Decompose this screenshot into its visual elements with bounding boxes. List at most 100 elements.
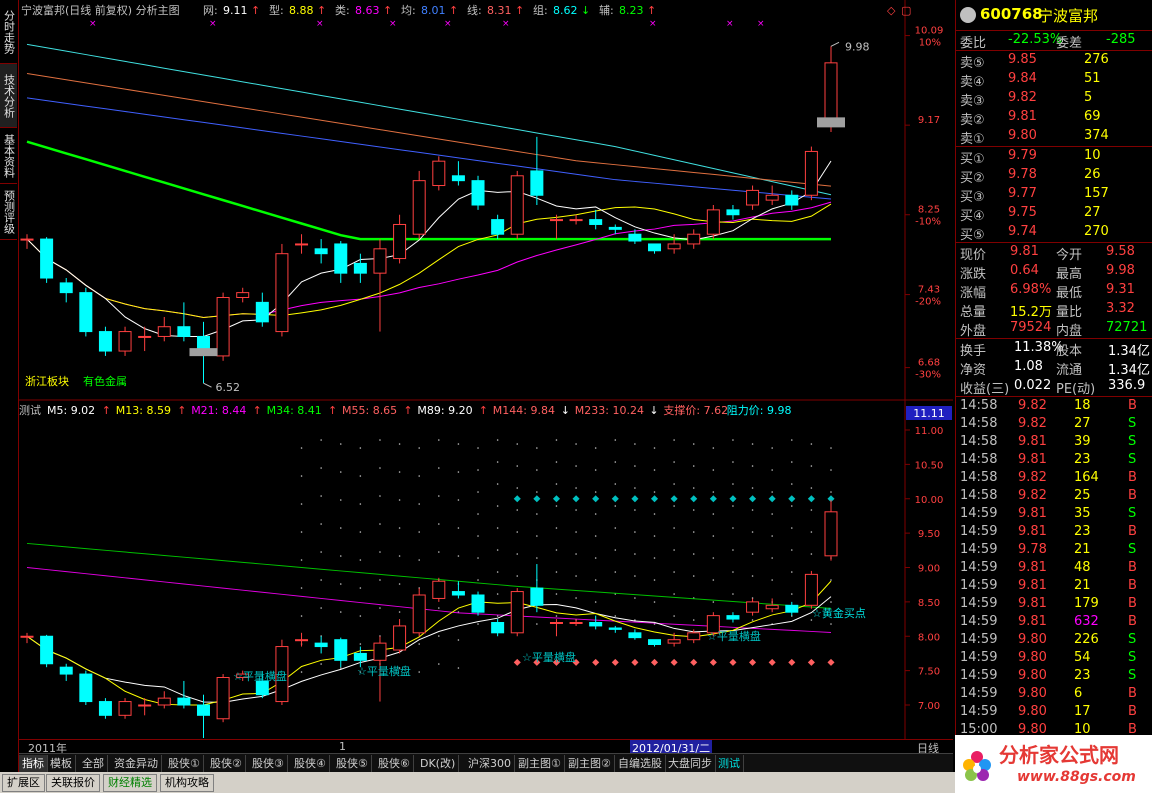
tab-intraday[interactable]: 分时走势 [0,0,17,64]
sub-candle-body [549,622,563,624]
grid-dot [751,619,754,621]
sub-candle-body [79,673,93,703]
indicator-tab-4[interactable]: 股侠① [165,755,204,772]
candle-body [216,297,230,357]
grid-dot [457,555,460,557]
tab-finance-news[interactable]: 财经精选 [103,774,157,792]
grid-dot [536,513,538,515]
buy-level-2[interactable]: 买② 9.78 26 [956,166,1152,186]
brand-url: www.88gs.com [1017,769,1136,785]
grid-dot [830,469,832,471]
grid-dot [653,535,656,537]
grid-dot [614,461,617,463]
grid-dot [673,593,675,595]
grid-dot [300,447,303,449]
sub-candle-body [589,622,603,627]
buy-level-4[interactable]: 买④ 9.75 27 [956,204,1152,224]
tab-institution[interactable]: 机构攻略 [160,774,214,792]
buy-level-1[interactable]: 买① 9.79 10 [956,147,1152,167]
grid-dot [457,527,460,529]
grid-dot [359,503,362,505]
indicator-tab-15[interactable]: 大盘同步 [665,755,716,772]
indicator-tab-8[interactable]: 股侠⑤ [333,755,372,772]
sell-level-2[interactable]: 卖② 9.81 69 [956,108,1152,128]
resistance-dot [592,495,600,503]
resistance-dot [729,495,737,503]
indicator-tab-9[interactable]: 股侠⑥ [375,755,414,772]
grid-dot [418,671,420,673]
sell-level-3[interactable]: 卖③ 9.82 5 [956,89,1152,109]
tab-extension[interactable]: 扩展区 [2,774,45,792]
grid-dot [771,491,773,493]
sell-level-4[interactable]: 卖④ 9.84 51 [956,70,1152,90]
indicator-tab-5[interactable]: 股侠② [207,755,246,772]
tab-technical[interactable]: 技术分析 [0,64,17,128]
stock-logo-icon [960,7,976,23]
grid-dot [634,597,636,599]
signal-annotation-2: ☆平量横盘 [522,650,576,664]
grid-dot [398,499,401,501]
indicator-arrow-3: ↑ [328,404,337,417]
indicator-tab-3[interactable]: 资金异动 [111,755,162,772]
sub-candle-body [40,635,54,665]
indicator-tab-13[interactable]: 副主图② [565,755,615,772]
header-label-1: 型: [269,3,284,17]
grid-dot [320,495,322,497]
grid-dot [339,667,342,669]
quote-panel: 600768 宁波富邦 委比 -22.53% 委差 -285 卖⑤ 9.85 276 卖④ 9.… [955,0,1152,772]
indicator-tab-16[interactable]: 测试 [715,755,744,772]
tab-forecast[interactable]: 预测评级 [0,184,17,240]
grid-dot [418,643,420,645]
indicator-tab-14[interactable]: 自编选股 [615,755,666,772]
axis-pct-3: -20% [915,297,941,308]
grid-dot [771,579,773,581]
resistance-dot [768,495,776,503]
grid-dot [457,639,460,641]
grid-dot [536,535,538,537]
indicator-tab-0[interactable]: 指标 [19,755,48,772]
grid-dot [339,471,342,473]
indicator-value-2: M21: 8.44 [191,404,246,417]
grid-dot [300,671,303,673]
sell-level-5[interactable]: 卖⑤ 9.85 276 [956,51,1152,71]
grid-dot [810,509,813,511]
grid-dot [673,527,675,529]
indicator-tab-11[interactable]: 沪深300 [465,755,515,772]
candle-body [432,160,446,187]
grid-dot [516,553,519,555]
sub-candle-body [628,632,642,639]
grid-dot [732,549,734,551]
tick-row: 14:58 9.82 18 B [960,398,1137,413]
tab-related-quote[interactable]: 关联报价 [46,774,100,792]
sub-candle-body [118,701,132,716]
candle-body [59,282,73,294]
grid-dot [673,505,675,507]
kline-chart[interactable]: 宁波富邦(日线 前复权) 分析主图 网: 9.11 ↑ 型: 8.88 ↑ 类: 8.63 ↑ 均:… [19,0,953,740]
chart-area[interactable]: 宁波富邦(日线 前复权) 分析主图 网: 9.11 ↑ 型: 8.88 ↑ 类: 8.63 ↑ 均:… [19,0,953,740]
candle-body [393,223,407,260]
indicator-tab-1[interactable]: 模板 [47,755,76,772]
header-label-0: 网: [203,4,218,17]
candle-body [589,219,603,225]
tab-fundamentals[interactable]: 基本资料 [0,128,17,184]
indicator-tab-6[interactable]: 股侠③ [249,755,288,772]
indicator-tab-2[interactable]: 全部 [79,755,108,772]
indicator-tab-12[interactable]: 副主图① [515,755,565,772]
indicator-tab-7[interactable]: 股侠④ [291,755,330,772]
buy-level-5[interactable]: 买⑤ 9.74 270 [956,223,1152,243]
indicator-tab-10[interactable]: DK(改) [417,755,460,772]
fundamental-row: 净资 1.08 流通 1.34亿 [960,359,1150,378]
grid-dot [438,635,440,637]
grid-dot [810,443,813,445]
grid-dot [516,531,519,533]
marker-x: × [502,19,510,29]
sub-candle-body [373,642,387,661]
indicator-name: 测试 [19,404,41,417]
grid-dot [300,615,303,617]
buy-level-3[interactable]: 买③ 9.77 157 [956,185,1152,205]
header-value-0: 9.11 [223,4,248,17]
grid-dot [634,443,636,445]
sub-candle-body [412,594,426,634]
grid-dot [634,487,636,489]
sell-level-1[interactable]: 卖① 9.80 374 [956,127,1152,147]
